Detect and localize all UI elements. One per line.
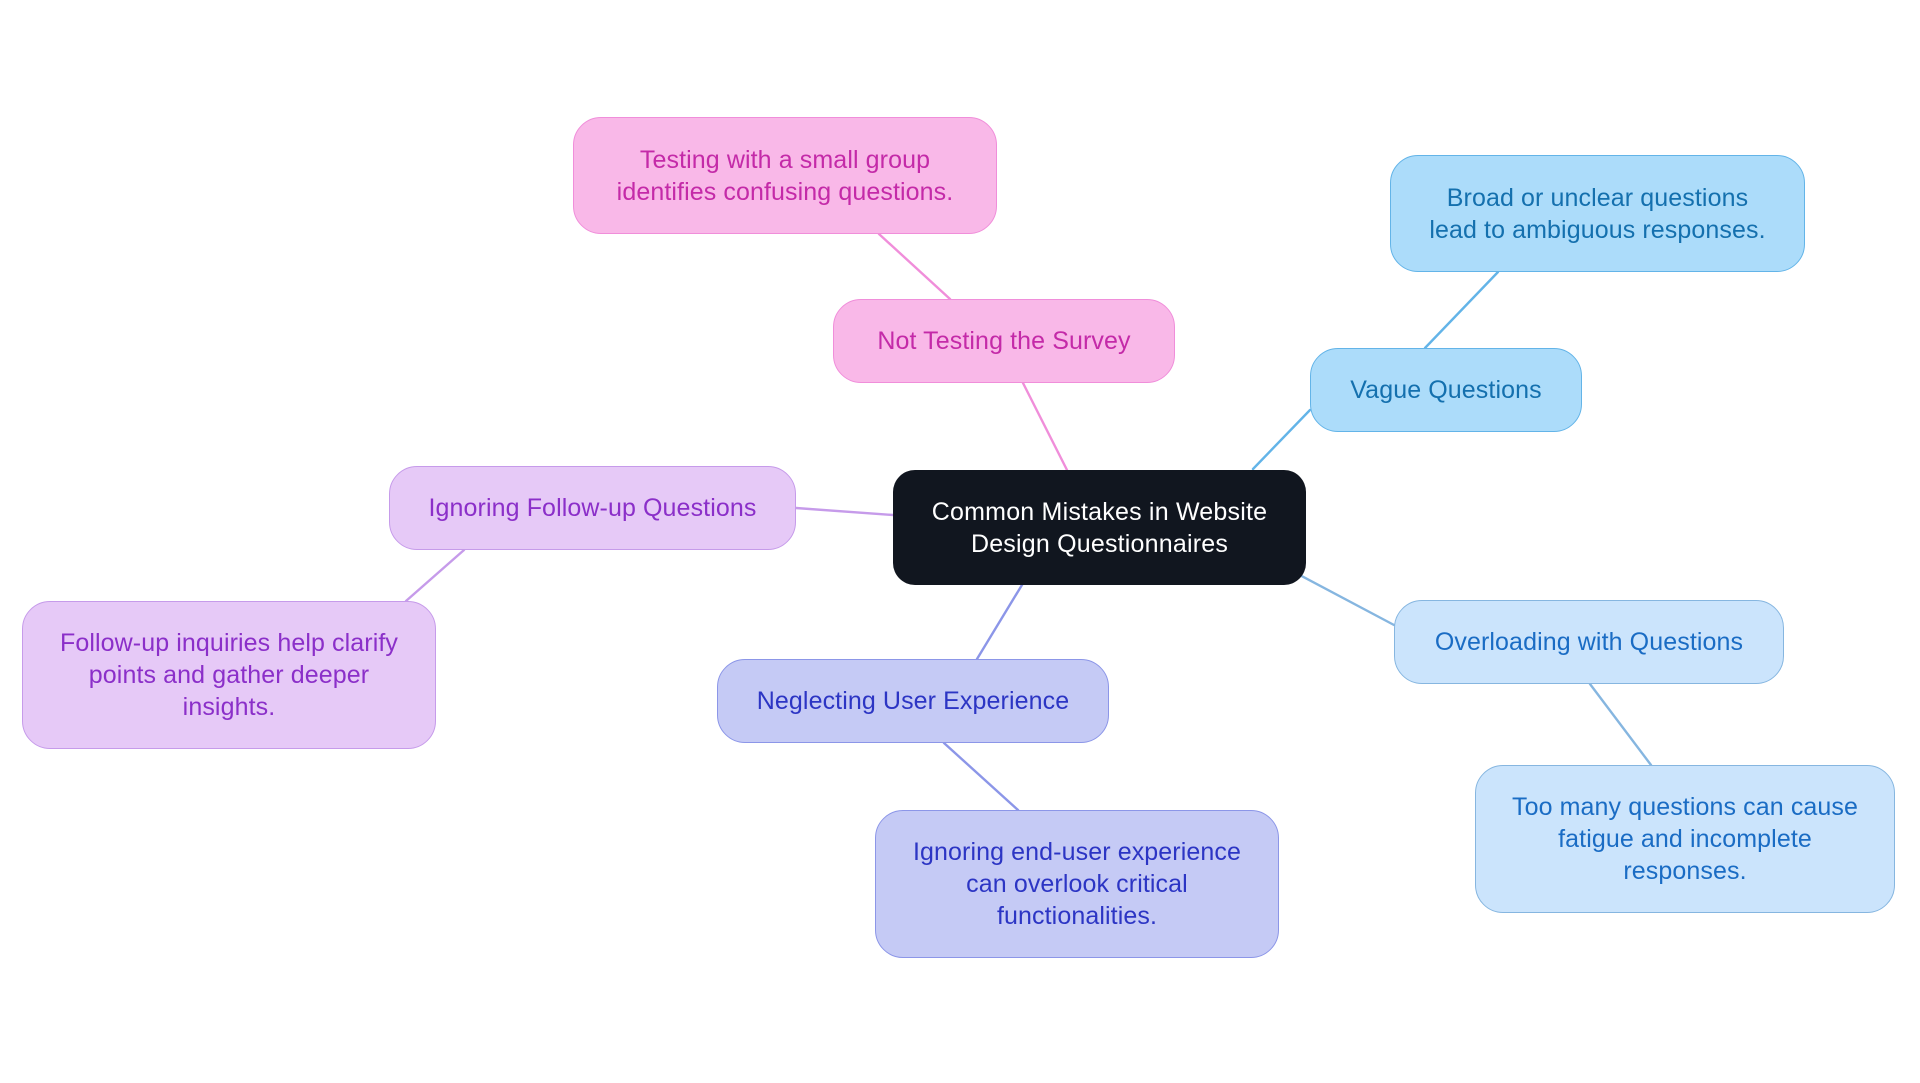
node-label-overloading-with-questions: Overloading with Questions bbox=[1434, 628, 1744, 656]
node-label-vague-questions-detail: Broad or unclear questions lead to ambig… bbox=[1429, 183, 1766, 244]
edge-testing-detail bbox=[877, 232, 952, 301]
node-label-vague-questions: Vague Questions bbox=[1350, 376, 1542, 404]
node-neglecting-user-experience[interactable]: Neglecting User Experience bbox=[717, 659, 1109, 743]
edge-ignoring-detail bbox=[404, 548, 466, 603]
edge-vague-detail bbox=[1423, 270, 1500, 350]
node-label-root: Common Mistakes in Website Design Questi… bbox=[931, 497, 1268, 558]
node-label-overloading-with-questions-detail: Too many questions can cause fatigue and… bbox=[1511, 793, 1859, 885]
node-not-testing-the-survey[interactable]: Not Testing the Survey bbox=[833, 299, 1175, 383]
edge-root-testing bbox=[1021, 381, 1069, 472]
edge-overloading-detail bbox=[1588, 682, 1653, 767]
node-vague-questions-detail[interactable]: Broad or unclear questions lead to ambig… bbox=[1390, 155, 1805, 272]
node-vague-questions[interactable]: Vague Questions bbox=[1310, 348, 1582, 432]
node-ignoring-follow-up-questions-detail[interactable]: Follow-up inquiries help clarify points … bbox=[22, 601, 436, 749]
edge-root-vague bbox=[1251, 408, 1312, 471]
edge-root-neglecting bbox=[975, 573, 1030, 661]
node-label-neglecting-user-experience-detail: Ignoring end-user experience can overloo… bbox=[912, 838, 1241, 930]
mindmap-canvas: Common Mistakes in Website Design Questi… bbox=[0, 0, 1920, 1083]
node-not-testing-the-survey-detail[interactable]: Testing with a small group identifies co… bbox=[573, 117, 997, 234]
node-neglecting-user-experience-detail[interactable]: Ignoring end-user experience can overloo… bbox=[875, 810, 1279, 958]
node-overloading-with-questions-detail[interactable]: Too many questions can cause fatigue and… bbox=[1475, 765, 1895, 913]
node-label-not-testing-the-survey: Not Testing the Survey bbox=[877, 327, 1131, 355]
node-label-not-testing-the-survey-detail: Testing with a small group identifies co… bbox=[616, 145, 954, 206]
node-ignoring-follow-up-questions[interactable]: Ignoring Follow-up Questions bbox=[389, 466, 796, 550]
node-label-neglecting-user-experience: Neglecting User Experience bbox=[756, 687, 1070, 715]
node-overloading-with-questions[interactable]: Overloading with Questions bbox=[1394, 600, 1784, 684]
node-label-ignoring-follow-up-questions-detail: Follow-up inquiries help clarify points … bbox=[59, 629, 399, 721]
edge-neglecting-detail bbox=[942, 741, 1020, 812]
node-label-ignoring-follow-up-questions: Ignoring Follow-up Questions bbox=[428, 494, 757, 522]
edge-root-ignoring bbox=[794, 506, 895, 517]
node-root[interactable]: Common Mistakes in Website Design Questi… bbox=[893, 470, 1306, 585]
